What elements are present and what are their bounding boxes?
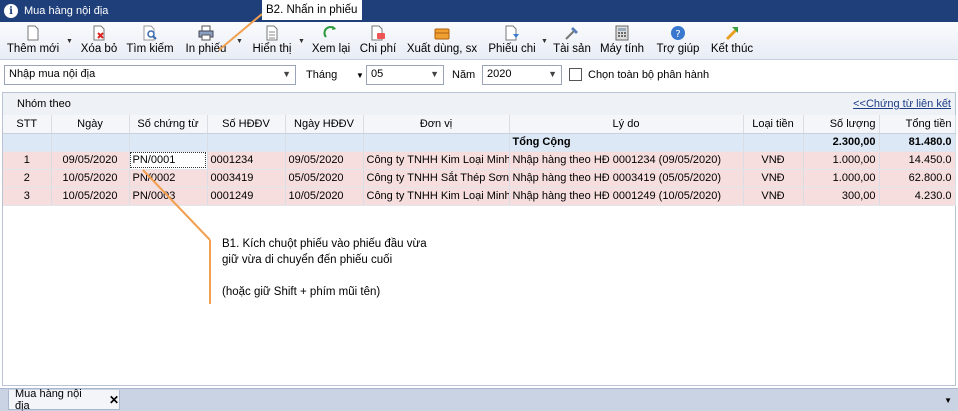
- filter-bar: Nhập mua nội địa ▼ Tháng ▼ 05 ▼ Năm 2020…: [0, 62, 958, 88]
- window-title: Mua hàng nội địa: [24, 5, 109, 17]
- toolbar: Thêm mới ▼ Xóa bỏ Tìm kiếm In phiếu ▼ Hi…: [0, 22, 958, 60]
- ket-thuc-button[interactable]: Kết thúc: [708, 24, 756, 58]
- tools-icon: [564, 25, 580, 41]
- voucher-list-panel: Nhóm theo <<Chứng từ liên kết STT Ngày S…: [2, 92, 956, 386]
- voucher-number-cell[interactable]: PN/0003: [129, 187, 208, 206]
- column-header[interactable]: Ngày HĐĐV: [285, 115, 364, 134]
- exit-arrow-icon: [724, 25, 740, 41]
- column-header[interactable]: Số HĐĐV: [207, 115, 286, 134]
- them-moi-button[interactable]: Thêm mới: [4, 24, 62, 58]
- tim-kiem-button[interactable]: Tìm kiếm: [124, 24, 176, 58]
- month-select[interactable]: 05 ▼: [366, 65, 444, 85]
- column-header[interactable]: Lý do: [509, 115, 744, 134]
- table-row[interactable]: 2 10/05/2020 PN/0002 0003419 05/05/2020 …: [3, 169, 956, 188]
- tab-mua-hang-noi-dia[interactable]: Mua hàng nội địa ✕: [8, 388, 120, 411]
- info-icon: i: [4, 4, 18, 18]
- in-phieu-dropdown-icon[interactable]: ▼: [236, 38, 244, 46]
- chevron-down-icon: ▼: [548, 69, 557, 79]
- close-icon[interactable]: ✕: [109, 393, 119, 407]
- total-amount: 81.480.0: [879, 133, 956, 152]
- linked-vouchers-link[interactable]: <<Chứng từ liên kết: [853, 98, 951, 110]
- hien-thi-dropdown-icon[interactable]: ▼: [298, 38, 306, 46]
- column-header[interactable]: Số chứng từ: [129, 115, 208, 134]
- total-label: Tổng Cộng: [509, 133, 744, 152]
- window-titlebar: i Mua hàng nội địa: [0, 0, 958, 22]
- hien-thi-button[interactable]: Hiển thị: [248, 24, 296, 58]
- tro-giup-button[interactable]: ? Trợ giúp: [654, 24, 702, 58]
- triangle-down-icon: ▼: [356, 71, 364, 80]
- them-moi-dropdown-icon[interactable]: ▼: [66, 38, 74, 46]
- nam-label: Năm: [452, 69, 476, 81]
- export-box-icon: [434, 25, 450, 41]
- payment-slip-icon: [504, 25, 520, 41]
- bottom-tab-bar: Mua hàng nội địa ✕ ▼: [0, 388, 958, 411]
- voucher-table: STT Ngày Số chứng từ Số HĐĐV Ngày HĐĐV Đ…: [3, 115, 956, 206]
- phieu-chi-button[interactable]: Phiếu chi: [486, 24, 538, 58]
- select-all-label: Chọn toàn bộ phân hành: [588, 69, 710, 81]
- group-by-label: Nhóm theo: [17, 98, 71, 110]
- column-header[interactable]: STT: [3, 115, 52, 134]
- tab-list-dropdown-icon[interactable]: ▼: [944, 396, 952, 405]
- chevron-down-icon: ▼: [282, 69, 291, 79]
- column-header[interactable]: Loại tiền: [743, 115, 804, 134]
- b1-instruction-callout: B1. Kích chuột phiếu vào phiếu đầu vừa g…: [222, 238, 427, 298]
- refresh-icon: [323, 25, 339, 41]
- table-row[interactable]: 1 09/05/2020 PN/0001 0001234 09/05/2020 …: [3, 151, 956, 170]
- xem-lai-button[interactable]: Xem lại: [310, 24, 352, 58]
- display-icon: [264, 25, 280, 41]
- column-header[interactable]: Đơn vị: [363, 115, 510, 134]
- xoa-bo-button[interactable]: Xóa bỏ: [78, 24, 120, 58]
- total-quantity: 2.300,00: [803, 133, 880, 152]
- b2-instruction-callout: B2. Nhấn in phiếu: [262, 0, 362, 20]
- chevron-down-icon: ▼: [430, 69, 439, 79]
- printer-icon: [198, 25, 214, 41]
- column-header[interactable]: Số lượng: [803, 115, 880, 134]
- thang-label: Tháng: [306, 69, 338, 81]
- new-document-icon: [25, 25, 41, 41]
- in-phieu-button[interactable]: In phiếu: [182, 24, 230, 58]
- select-all-checkbox[interactable]: [569, 68, 582, 81]
- year-select[interactable]: 2020 ▼: [482, 65, 562, 85]
- xuat-dung-button[interactable]: Xuất dùng, sx: [404, 24, 480, 58]
- column-header[interactable]: Tổng tiền: [879, 115, 956, 134]
- calculator-icon: [614, 25, 630, 41]
- expense-icon: [370, 25, 386, 41]
- voucher-number-cell[interactable]: PN/0001: [129, 151, 208, 170]
- total-row: Tổng Cộng 2.300,00 81.480.0: [3, 133, 956, 152]
- group-by-header: Nhóm theo <<Chứng từ liên kết: [3, 93, 955, 115]
- help-icon: ?: [670, 25, 686, 41]
- table-header-row: STT Ngày Số chứng từ Số HĐĐV Ngày HĐĐV Đ…: [3, 115, 956, 134]
- delete-icon: [91, 25, 107, 41]
- tai-san-button[interactable]: Tài sản: [552, 24, 592, 58]
- voucher-number-cell[interactable]: PN/0002: [129, 169, 208, 188]
- phieu-chi-dropdown-icon[interactable]: ▼: [541, 38, 549, 46]
- search-icon: [142, 25, 158, 41]
- may-tinh-button[interactable]: Máy tính: [598, 24, 646, 58]
- svg-text:?: ?: [675, 29, 680, 40]
- voucher-type-select[interactable]: Nhập mua nội địa ▼: [4, 65, 296, 85]
- column-header[interactable]: Ngày: [51, 115, 130, 134]
- table-row[interactable]: 3 10/05/2020 PN/0003 0001249 10/05/2020 …: [3, 187, 956, 206]
- chi-phi-button[interactable]: Chi phí: [358, 24, 398, 58]
